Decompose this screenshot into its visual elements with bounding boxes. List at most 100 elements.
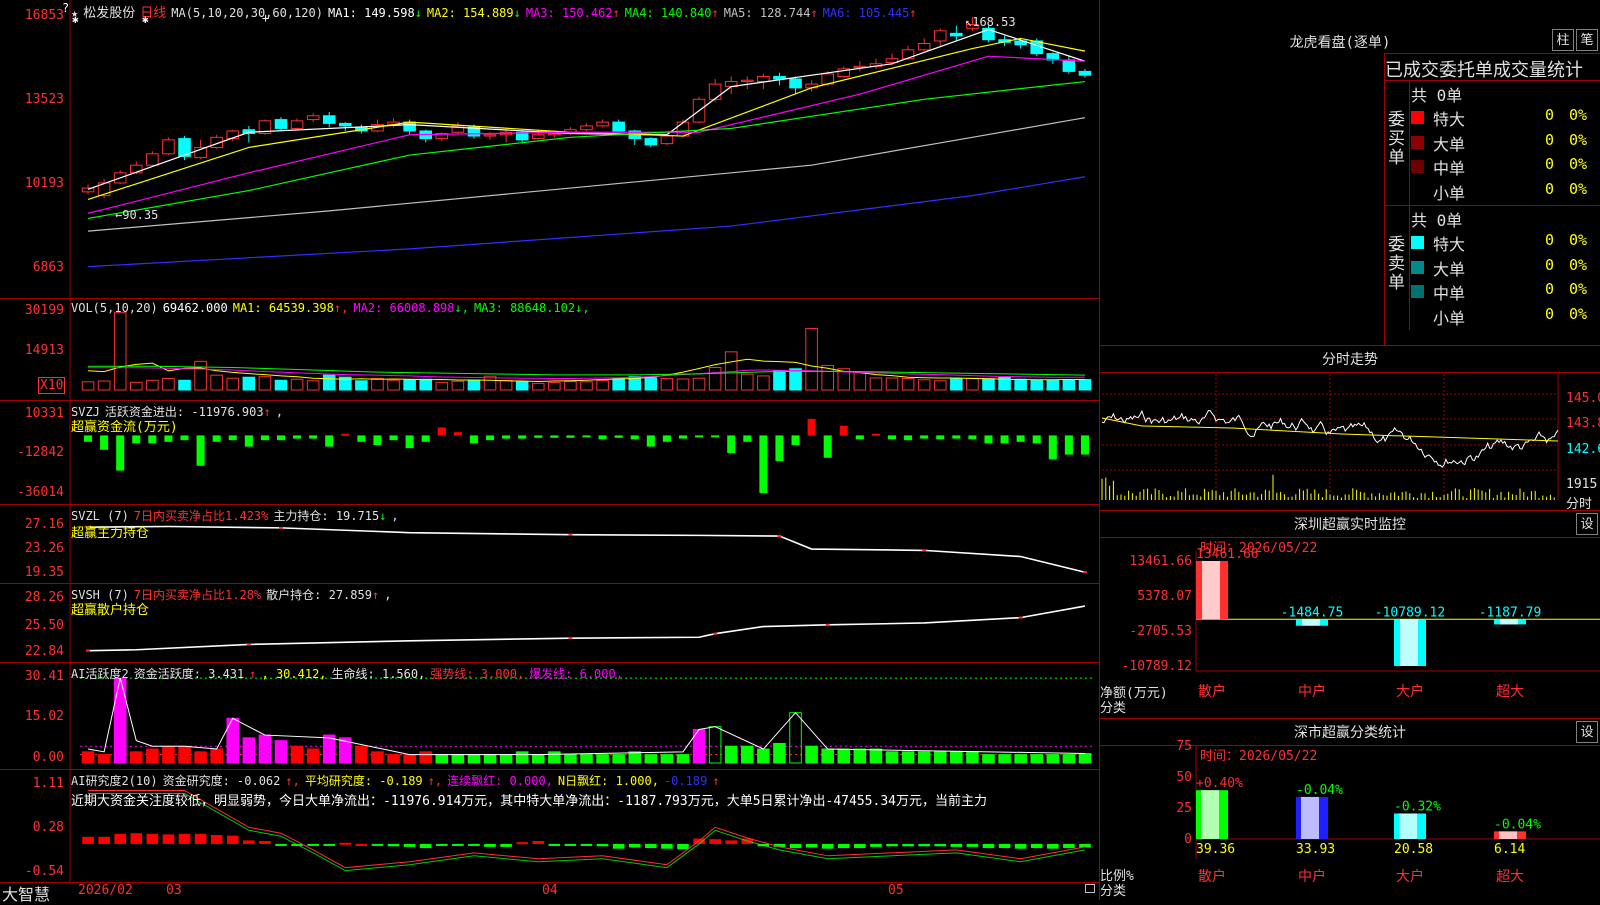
holding-marker	[568, 637, 573, 640]
tick-mode-button[interactable]: 笔	[1576, 29, 1598, 51]
activity-bar	[917, 751, 931, 764]
volume-bar	[531, 382, 545, 391]
ma-line-ma1	[87, 28, 1086, 190]
activity-bar	[741, 745, 754, 764]
vol-ma-values: MA1: 64539.398↑, MA2: 66008.898↓, MA3: 886…	[233, 301, 595, 315]
color-swatch	[1411, 260, 1424, 274]
volume-bar	[1078, 379, 1092, 391]
volume-bar	[403, 379, 416, 391]
svsh-panel[interactable]: 28.26 25.50 22.84 SVSH (7) 7日内买卖净占比1.28% 散…	[0, 584, 1100, 662]
volume-bar	[966, 377, 979, 391]
kline-panel[interactable]: 16853 13523 10193 6863 ? ★ 松发股份 日线 MA(5,10,…	[0, 0, 1100, 298]
y-label: 1.11	[32, 776, 64, 791]
bar-mode-button[interactable]: 柱	[1552, 29, 1574, 51]
y-label: 0	[1184, 832, 1192, 847]
activity-bar	[210, 748, 223, 764]
activity-bar	[1030, 754, 1044, 764]
vol-unit: X10	[38, 377, 66, 394]
intraday-panel[interactable]: 分时走势 145.0 143.8 142.6 1915 分时	[1100, 346, 1600, 512]
volume-bar	[612, 377, 625, 391]
research-bar	[146, 833, 159, 844]
candle	[933, 30, 947, 42]
order-percent: 0%	[1569, 231, 1588, 249]
research-bar	[677, 843, 689, 850]
flow-bar	[518, 435, 527, 439]
y-label: 27.16	[24, 517, 64, 532]
activity-bar	[371, 751, 384, 764]
activity-bar	[515, 751, 529, 764]
lock-icon[interactable]	[1085, 884, 1095, 893]
color-swatch	[1411, 236, 1424, 249]
ai-activity-panel[interactable]: 30.41 15.02 0.00 AI活跃度2 资金活跃度: 3.431 ↑ , 30…	[0, 663, 1100, 769]
research-bar	[194, 833, 207, 844]
svzj-arrow: ↑	[263, 405, 271, 419]
svzj-panel[interactable]: 10331 -12842 -36014 SVZJ 活跃资金进出: -11976.9…	[0, 401, 1100, 504]
monitor-panel[interactable]: 深圳超赢实时监控 设 时间：2026/05/22 13461.66 5378.07…	[1100, 511, 1600, 718]
volume-bar	[805, 328, 818, 391]
flow-bar	[759, 435, 768, 493]
aiact-value: ↑	[249, 667, 257, 681]
flow-bar	[309, 435, 318, 439]
intraday-chart[interactable]	[1100, 346, 1600, 510]
date-axis[interactable]: 大智慧 2026/02 03 04 05	[0, 882, 1100, 904]
svzj-sub: 超赢资金流(万元)	[71, 420, 178, 435]
classify-chart[interactable]: 75 50 25 0 +0.40% 39.36 散户 -0.04% 33.93 中户 -0.32% 2…	[1100, 719, 1600, 900]
volume-bar	[162, 377, 175, 391]
classify-panel[interactable]: 深市超赢分类统计 设 时间：2026/05/22 75 50 25 0 +0.40% 39…	[1100, 719, 1600, 900]
order-type: 大单	[1433, 134, 1466, 154]
volume-bar	[242, 376, 256, 391]
ma-arrow: ↓	[513, 6, 521, 20]
volume-panel[interactable]: 30199 14913 X10 VOL(5,10,20) 69462.000 MA1…	[0, 299, 1100, 400]
flow-bar	[228, 435, 237, 441]
flow-bar	[727, 435, 736, 453]
research-bar	[661, 843, 673, 849]
vol-value: 69462.000	[162, 301, 228, 315]
volume-bar	[773, 370, 786, 391]
flow-bar	[276, 435, 286, 441]
activity-bar	[644, 754, 658, 764]
order-count: 0	[1544, 304, 1554, 323]
aiact-value: 生命线: 1.560,	[331, 667, 426, 681]
ma-value: MA5: 128.744	[723, 6, 811, 20]
color-swatch	[1411, 135, 1424, 149]
research-bar	[82, 836, 94, 844]
order-percent: 0%	[1569, 280, 1588, 298]
flow-bar	[743, 435, 752, 442]
candle	[339, 122, 352, 127]
activity-bar	[885, 751, 899, 764]
kline-chart[interactable]	[0, 0, 1100, 298]
volume-bar	[226, 377, 240, 391]
research-bar	[403, 843, 416, 847]
flow-bar	[421, 435, 430, 442]
y-label: 145.0	[1566, 391, 1600, 406]
volume-bar	[1014, 378, 1027, 391]
volume-bar	[467, 379, 481, 391]
volume-bar	[853, 371, 867, 391]
monitor-chart[interactable]: 13461.66 5378.07 -2705.53 -10789.12 13461.66…	[1100, 511, 1600, 718]
research-bar	[162, 834, 175, 844]
activity-bar	[355, 745, 368, 764]
research-bar	[419, 843, 432, 849]
flow-bar	[920, 435, 929, 439]
svsh-desc: 7日内买卖净占比1.28%	[133, 588, 262, 602]
aires-value: ↑,	[285, 774, 300, 788]
svzl-panel[interactable]: 27.16 23.26 19.35 SVZL (7) 7日内买卖净占比1.423%…	[0, 505, 1100, 583]
order-row: 大单 0 0%	[1409, 130, 1600, 154]
flow-bar	[598, 435, 607, 440]
ai-research-panel[interactable]: 1.11 0.28 -0.54 AI研究度2(10) 资金研究度: -0.062 ↑…	[0, 770, 1100, 882]
holding-marker	[1018, 616, 1023, 619]
flow-bar	[839, 425, 848, 436]
flow-bar	[469, 435, 478, 444]
date-label: 2026/02	[78, 883, 133, 898]
flow-bar	[405, 435, 414, 449]
flow-bar	[293, 435, 302, 439]
activity-bar	[724, 745, 738, 764]
question-icon[interactable]: ?	[62, 1, 69, 15]
svzl-desc2: 主力持仓: 19.715	[273, 509, 380, 523]
classify-cat-label: 分类	[1100, 884, 1127, 899]
candle	[306, 115, 320, 121]
research-bar	[130, 833, 143, 844]
category-label: 散户	[1198, 868, 1226, 885]
date-label: 04	[542, 883, 558, 898]
aiact-value: 资金活跃度: 3.431	[133, 667, 245, 681]
